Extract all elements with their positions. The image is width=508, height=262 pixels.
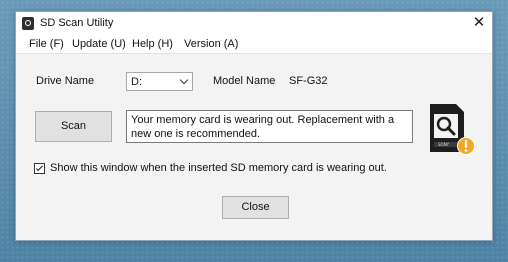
window-title: SD Scan Utility — [40, 17, 114, 29]
menu-update[interactable]: Update (U) — [72, 38, 126, 50]
checkmark-icon — [35, 163, 44, 172]
menu-bar: File (F) Update (U) Help (H) Version (A) — [16, 34, 492, 54]
chevron-down-icon — [179, 75, 189, 85]
magnifier-icon — [434, 114, 458, 138]
drive-select[interactable]: D: — [126, 72, 193, 91]
scan-button[interactable]: Scan — [35, 111, 112, 142]
model-name-label: Model Name — [213, 75, 276, 87]
drive-select-value: D: — [131, 76, 142, 88]
close-button[interactable]: Close — [222, 196, 289, 219]
drive-name-label: Drive Name — [36, 75, 95, 87]
menu-version[interactable]: Version (A) — [184, 38, 238, 50]
warning-icon — [457, 137, 475, 155]
model-name-value: SF-G32 — [289, 75, 328, 87]
show-window-checkbox[interactable] — [34, 163, 45, 174]
sd-card-status-icon: SONY — [430, 104, 475, 155]
show-window-label: Show this window when the inserted SD me… — [50, 162, 387, 174]
app-icon — [22, 17, 34, 30]
scan-message: Your memory card is wearing out. Replace… — [126, 110, 413, 143]
menu-help[interactable]: Help (H) — [132, 38, 173, 50]
sd-scan-utility-window: SD Scan Utility ✕ File (F) Update (U) He… — [15, 11, 493, 241]
window-close-button[interactable]: ✕ — [470, 14, 488, 32]
menu-file[interactable]: File (F) — [29, 38, 64, 50]
svg-text:SONY: SONY — [438, 142, 450, 147]
title-bar: SD Scan Utility ✕ — [16, 12, 492, 34]
